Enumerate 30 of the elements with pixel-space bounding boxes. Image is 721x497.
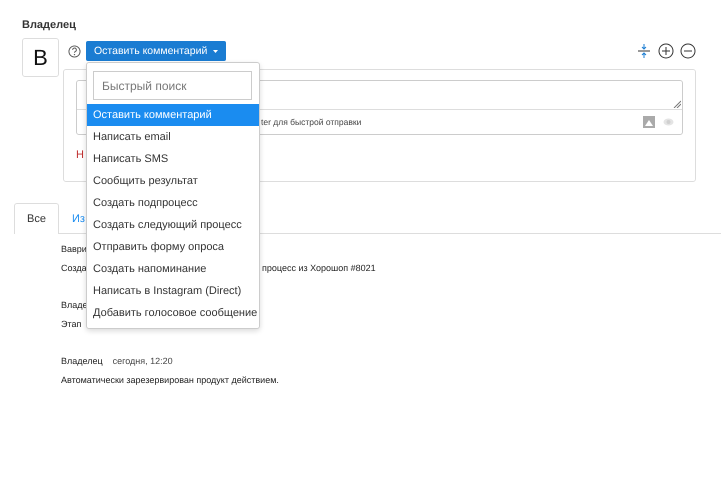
zoom-in-icon[interactable]	[658, 43, 674, 59]
dropdown-item[interactable]: Сообщить результат	[87, 170, 259, 192]
activity-text: Автоматически зарезервирован продукт действием.	[61, 375, 279, 385]
avatar: В	[22, 38, 59, 77]
activity-text: процесс из Хорошоп #8021	[262, 263, 376, 273]
dropdown-item[interactable]: Написать SMS	[87, 148, 259, 170]
activity-time: сегодня, 12:20	[112, 356, 173, 366]
activity-author: Владелец	[61, 356, 103, 366]
leave-comment-button[interactable]: Оставить комментарий	[86, 41, 226, 61]
dropdown-item[interactable]: Создать следующий процесс	[87, 214, 259, 236]
owner-label: Владелец	[22, 19, 76, 31]
tab[interactable]: Все	[14, 203, 59, 234]
dropdown-item[interactable]: Отправить форму опроса	[87, 236, 259, 258]
activity-author: Владе	[61, 300, 88, 310]
dropdown-item[interactable]: Написать в Instagram (Direct)	[87, 280, 259, 302]
collapse-icon[interactable]	[636, 43, 652, 59]
caret-icon	[213, 50, 218, 52]
dropdown-item[interactable]: Написать email	[87, 126, 259, 148]
error-text: Н	[76, 149, 84, 161]
help-icon[interactable]	[68, 44, 81, 58]
dropdown-item[interactable]: Создать напоминание	[87, 258, 259, 280]
hint-text: ter для быстрой отправки	[261, 117, 362, 127]
dropdown-item[interactable]: Добавить голосовое сообщение	[87, 302, 259, 324]
quick-search-field[interactable]: Быстрый поиск	[93, 71, 252, 100]
resize-grip-icon[interactable]	[673, 100, 681, 108]
dropdown-item[interactable]: Создать подпроцесс	[87, 192, 259, 214]
activity-text: Этап	[61, 319, 82, 329]
activity-text: Созда	[61, 263, 87, 273]
activity-author: Ваври	[61, 244, 87, 254]
zoom-out-icon[interactable]	[680, 43, 696, 59]
